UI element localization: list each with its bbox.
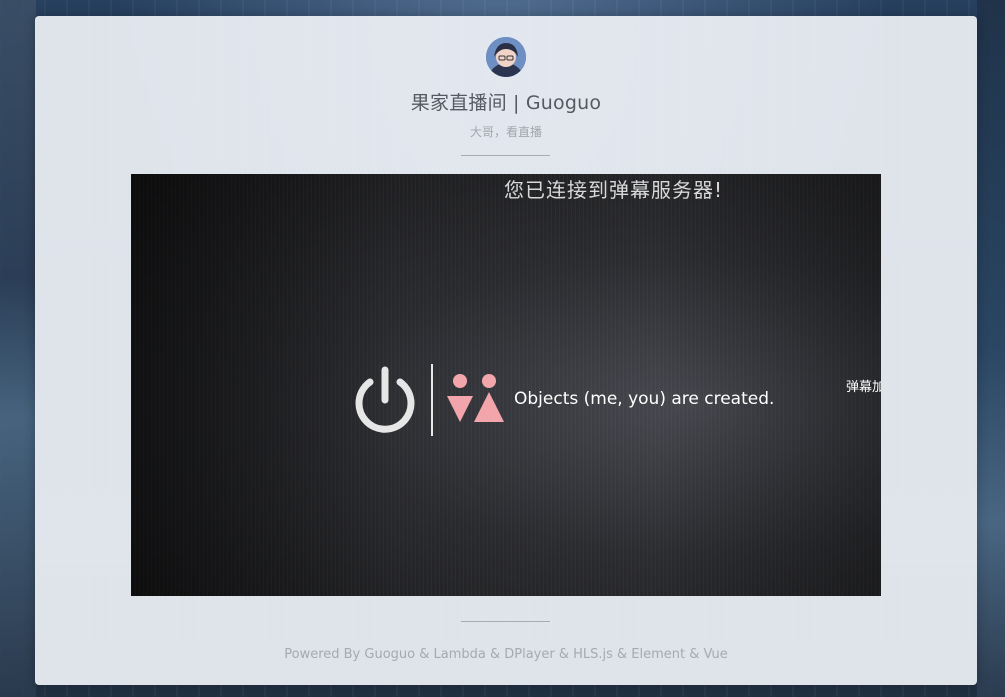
main-card: 果家直播间 | Guoguo 大哥，看直播 您已连接到弹幕服务器! 弹幕加 Ob… [35, 16, 977, 685]
danmaku-message: 弹幕加 [846, 380, 881, 395]
avatar-image [486, 37, 526, 77]
page-subtitle: 大哥，看直播 [469, 125, 542, 139]
background-right-edge [977, 0, 1005, 697]
icon-separator [431, 364, 433, 436]
page-title: 果家直播间 | Guoguo [410, 92, 602, 114]
video-player[interactable]: 您已连接到弹幕服务器! 弹幕加 Objects (me, you) are cr… [131, 174, 881, 596]
video-frame [131, 174, 881, 596]
footer-divider [461, 621, 550, 622]
danmaku-message: 您已连接到弹幕服务器! [504, 178, 724, 202]
power-icon [355, 366, 415, 433]
people-icon [447, 374, 504, 422]
footer-credits: Powered By Guoguo & Lambda & DPlayer & H… [284, 647, 728, 662]
avatar[interactable] [486, 37, 526, 77]
header-divider [461, 155, 550, 156]
player-overlay-text: Objects (me, you) are created. [514, 389, 775, 409]
background-left-edge [0, 0, 36, 697]
